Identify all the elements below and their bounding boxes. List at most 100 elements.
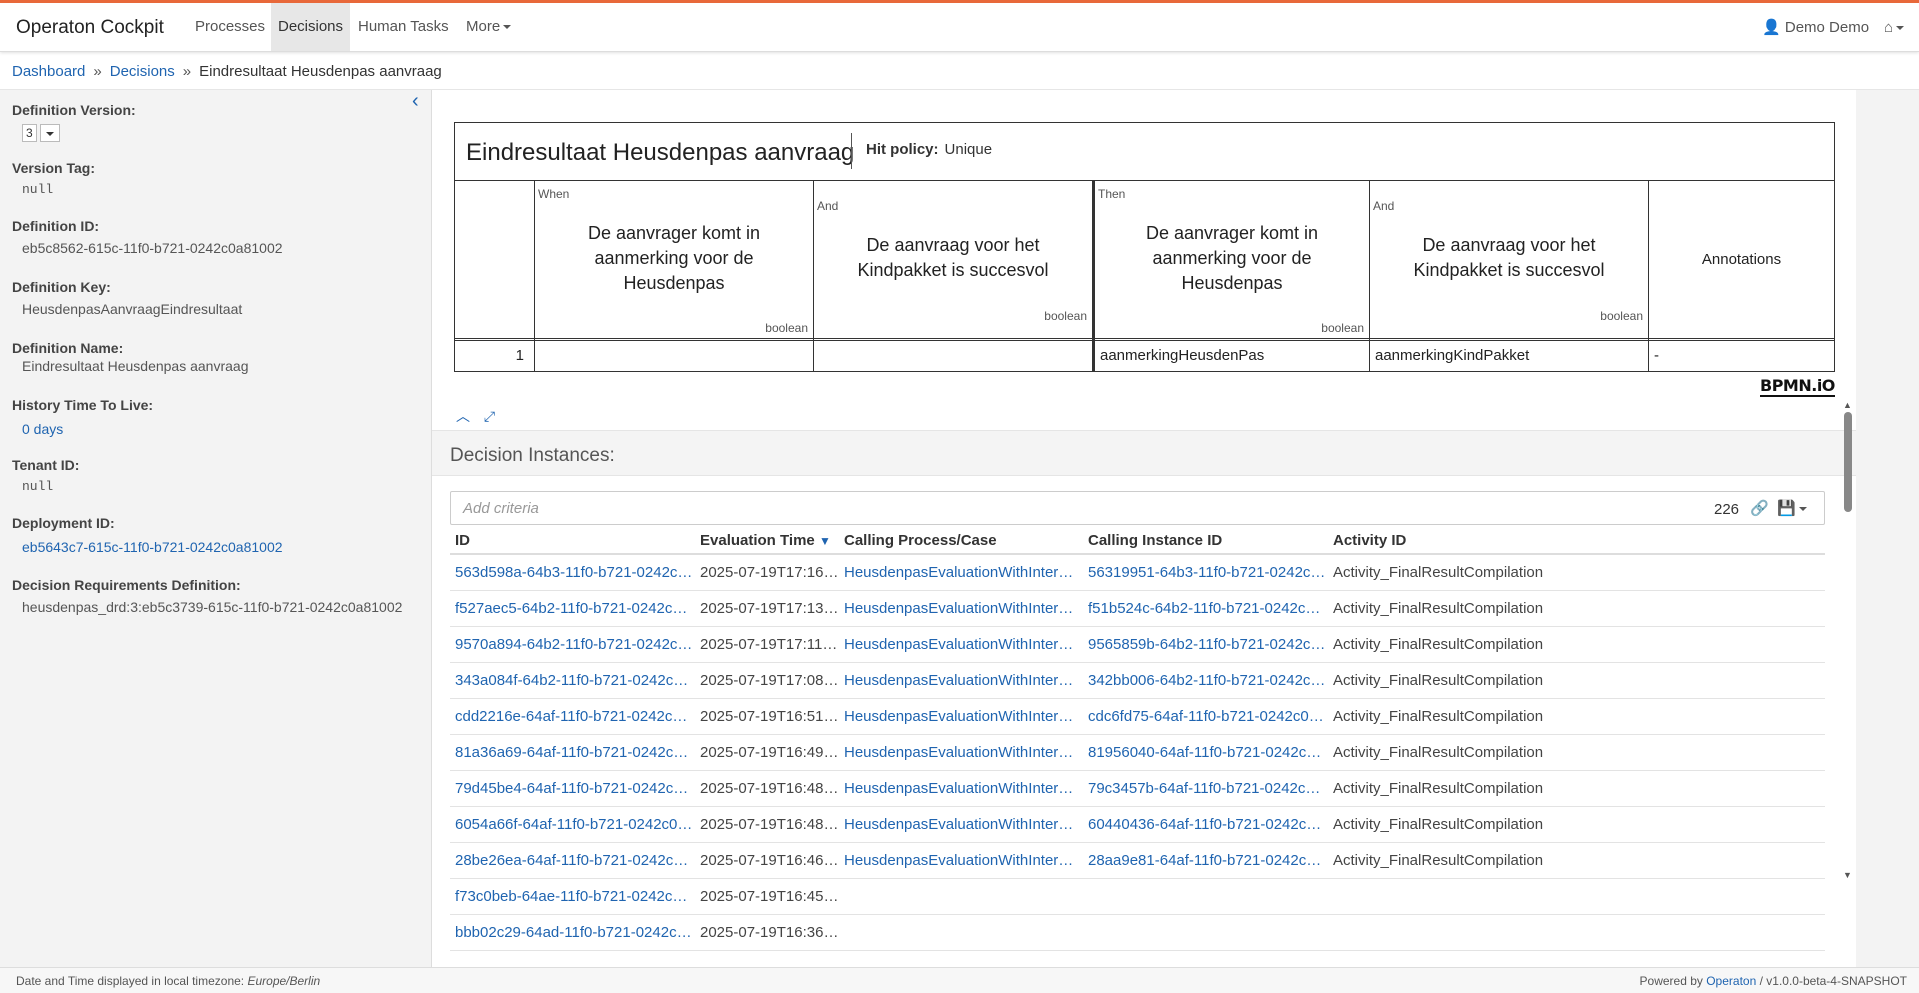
top-navbar: Operaton Cockpit Processes Decisions Hum… <box>0 0 1919 52</box>
instance-id-link[interactable]: 343a084f-64b2-11f0-b721-0242c0a81002 <box>455 672 693 689</box>
definition-name-label: Definition Name: <box>12 340 124 356</box>
calling-process-link[interactable]: HeusdenpasEvaluationWithIntermediateResu… <box>844 672 1082 689</box>
bpmn-io-logo[interactable]: BPMN.iO <box>1760 376 1835 397</box>
chevron-down-icon <box>1798 507 1807 512</box>
calling-instance-link[interactable]: 60440436-64af-11f0-b721-0242c0a81002 <box>1088 816 1326 833</box>
httl-value[interactable]: 0 days <box>12 421 422 437</box>
version-dropdown-button[interactable] <box>39 124 60 142</box>
definition-id-label: Definition ID: <box>12 218 100 234</box>
calling-process-link[interactable]: HeusdenpasEvaluationWithIntermediateResu… <box>844 852 1082 869</box>
breadcrumb-dashboard[interactable]: Dashboard <box>12 63 85 80</box>
dmn-viewer: Eindresultaat Heusdenpas aanvraag Hit po… <box>432 90 1856 430</box>
nav-decisions[interactable]: Decisions <box>271 3 351 51</box>
instance-id-link[interactable]: f73c0beb-64ae-11f0-b721-0242c0a81002 <box>455 888 693 905</box>
instance-id-link[interactable]: bbb02c29-64ad-11f0-b721-0242c0a81002 <box>455 924 693 941</box>
instance-id-link[interactable]: 28be26ea-64af-11f0-b721-0242c0a81002 <box>455 852 693 869</box>
sort-descending-icon[interactable]: ▼ <box>819 534 831 548</box>
version-select[interactable]: 3 <box>22 124 37 142</box>
drd-label: Decision Requirements Definition: <box>12 577 241 593</box>
instance-id-link[interactable]: 79d45be4-64af-11f0-b721-0242c0a81002 <box>455 780 693 797</box>
calling-instance-link[interactable]: 342bb006-64b2-11f0-b721-0242c0a81002 <box>1088 672 1326 689</box>
brand-title[interactable]: Operaton Cockpit <box>16 17 164 39</box>
calling-instance-link[interactable]: 28aa9e81-64af-11f0-b721-0242c0a81002 <box>1088 852 1326 869</box>
instance-id-link[interactable]: 6054a66f-64af-11f0-b721-0242c0a81002 <box>455 816 693 833</box>
nav-human-tasks[interactable]: Human Tasks <box>351 3 456 51</box>
instance-id-link[interactable]: 9570a894-64b2-11f0-b721-0242c0a81002 <box>455 636 693 653</box>
tenant-id-label: Tenant ID: <box>12 457 80 473</box>
instance-id-link[interactable]: f527aec5-64b2-11f0-b721-0242c0a81002 <box>455 600 693 617</box>
collapse-sidebar-icon[interactable]: ‹ <box>412 90 419 113</box>
hit-policy: Hit policy: Unique <box>866 141 992 158</box>
index-column-header <box>455 181 535 341</box>
version-tag-label: Version Tag: <box>12 160 95 176</box>
input-column-1: When De aanvrager komt in aanmerking voo… <box>535 181 814 341</box>
column-title: De aanvrager komt in aanmerking voor de … <box>1145 223 1319 293</box>
column-header-id[interactable]: ID <box>455 532 470 549</box>
calling-instance-link[interactable]: 81956040-64af-11f0-b721-0242c0a81002 <box>1088 744 1326 761</box>
vertical-scrollbar[interactable]: ▲ ▼ <box>1843 400 1853 960</box>
version-tag: Version Tag: null <box>12 160 422 197</box>
table-body: 563d598a-64b3-11f0-b721-0242c0a81002 2025… <box>450 555 1825 951</box>
instance-id-link[interactable]: 81a36a69-64af-11f0-b721-0242c0a81002 <box>455 744 693 761</box>
calling-process-link[interactable]: HeusdenpasEvaluationWithIntermediateResu… <box>844 708 1082 725</box>
output-column-2: And De aanvraag voor het Kindpakket is s… <box>1370 181 1649 341</box>
instance-id-link[interactable]: 563d598a-64b3-11f0-b721-0242c0a81002 <box>455 564 693 581</box>
column-kind: Then <box>1098 187 1126 201</box>
table-row: 28be26ea-64af-11f0-b721-0242c0a81002 2025… <box>450 843 1825 879</box>
evaluation-time: 2025-07-19T16:49:00 <box>700 744 840 761</box>
evaluation-time: 2025-07-19T16:48:47 <box>700 780 840 797</box>
user-menu[interactable]: 👤 Demo Demo <box>1762 3 1869 53</box>
decision-table: Eindresultaat Heusdenpas aanvraag Hit po… <box>454 122 1835 372</box>
nav-more-dropdown[interactable]: More <box>459 3 518 51</box>
timezone-note: Date and Time displayed in local timezon… <box>16 974 320 988</box>
definition-name-value: Eindresultaat Heusdenpas aanvraag <box>22 358 249 374</box>
timezone-prefix: Date and Time displayed in local timezon… <box>16 974 248 988</box>
scroll-down-icon[interactable]: ▼ <box>1843 870 1852 880</box>
calling-process-link[interactable]: HeusdenpasEvaluationWithIntermediateResu… <box>844 816 1082 833</box>
search-criteria-input[interactable]: Add criteria 226 🔗 💾 <box>450 491 1825 525</box>
calling-process-link[interactable]: HeusdenpasEvaluationWithIntermediateResu… <box>844 636 1082 653</box>
fullscreen-icon[interactable]: ⤢ <box>484 408 495 424</box>
decision-instances-title: Decision Instances: <box>432 430 1856 476</box>
column-header-calling-process[interactable]: Calling Process/Case <box>844 532 997 549</box>
deployment-id: Deployment ID: eb5643c7-615c-11f0-b721-0… <box>12 515 422 555</box>
chevron-down-icon <box>1896 26 1905 31</box>
calling-instance-link[interactable]: f51b524c-64b2-11f0-b721-0242c0a81002 <box>1088 600 1326 617</box>
instance-id-link[interactable]: cdd2216e-64af-11f0-b721-0242c0a81002 <box>455 708 693 725</box>
calling-instance-link[interactable]: 79c3457b-64af-11f0-b721-0242c0a81002 <box>1088 780 1326 797</box>
link-icon[interactable]: 🔗 <box>1750 499 1769 517</box>
deployment-id-link[interactable]: eb5643c7-615c-11f0-b721-0242c0a81002 <box>12 539 422 555</box>
breadcrumb-current: Eindresultaat Heusdenpas aanvraag <box>199 63 442 80</box>
calling-process-link[interactable]: HeusdenpasEvaluationWithIntermediateResu… <box>844 744 1082 761</box>
operaton-link[interactable]: Operaton <box>1706 974 1756 988</box>
powered-by: Powered by Operaton / v1.0.0-beta-4-SNAP… <box>1640 974 1907 988</box>
calling-instance-link[interactable]: cdc6fd75-64af-11f0-b721-0242c0a81002 <box>1088 708 1326 725</box>
definition-name: Definition Name: Eindresultaat Heusdenpa… <box>12 340 422 374</box>
column-header-activity-id[interactable]: Activity ID <box>1333 532 1406 549</box>
breadcrumb-decisions[interactable]: Decisions <box>110 63 175 80</box>
column-header-evaluation-time[interactable]: Evaluation Time ▼ <box>700 532 831 549</box>
nav-processes[interactable]: Processes <box>188 3 272 51</box>
calling-process-link[interactable]: HeusdenpasEvaluationWithIntermediateResu… <box>844 780 1082 797</box>
collapse-up-icon[interactable]: ︿ <box>456 408 470 424</box>
column-type: boolean <box>1600 309 1643 323</box>
definition-key-value: HeusdenpasAanvraagEindresultaat <box>22 301 243 317</box>
home-menu[interactable]: ⌂ <box>1884 3 1905 53</box>
result-count: 226 <box>1714 501 1740 518</box>
save-search-icon[interactable]: 💾 <box>1777 499 1807 517</box>
nav-more-label: More <box>466 18 501 35</box>
table-row: 79d45be4-64af-11f0-b721-0242c0a81002 2025… <box>450 771 1825 807</box>
scrollbar-thumb[interactable] <box>1844 412 1852 512</box>
drd-value: heusdenpas_drd:3:eb5c3739-615c-11f0-b721… <box>22 599 403 615</box>
table-row: bbb02c29-64ad-11f0-b721-0242c0a81002 2025… <box>450 915 1825 951</box>
definition-id-value: eb5c8562-615c-11f0-b721-0242c0a81002 <box>22 240 283 256</box>
table-row: 9570a894-64b2-11f0-b721-0242c0a81002 2025… <box>450 627 1825 663</box>
calling-process-link[interactable]: HeusdenpasEvaluationWithIntermediateResu… <box>844 564 1082 581</box>
column-title: De aanvraag voor het Kindpakket is succe… <box>1413 235 1605 280</box>
calling-instance-link[interactable]: 9565859b-64b2-11f0-b721-0242c0a81002 <box>1088 636 1326 653</box>
column-header-calling-instance-id[interactable]: Calling Instance ID <box>1088 532 1222 549</box>
calling-process-link[interactable]: HeusdenpasEvaluationWithIntermediateResu… <box>844 600 1082 617</box>
calling-instance-link[interactable]: 56319951-64b3-11f0-b721-0242c0a81002 <box>1088 564 1326 581</box>
scroll-up-icon[interactable]: ▲ <box>1843 400 1852 410</box>
evaluation-time: 2025-07-19T17:13:42 <box>700 600 840 617</box>
